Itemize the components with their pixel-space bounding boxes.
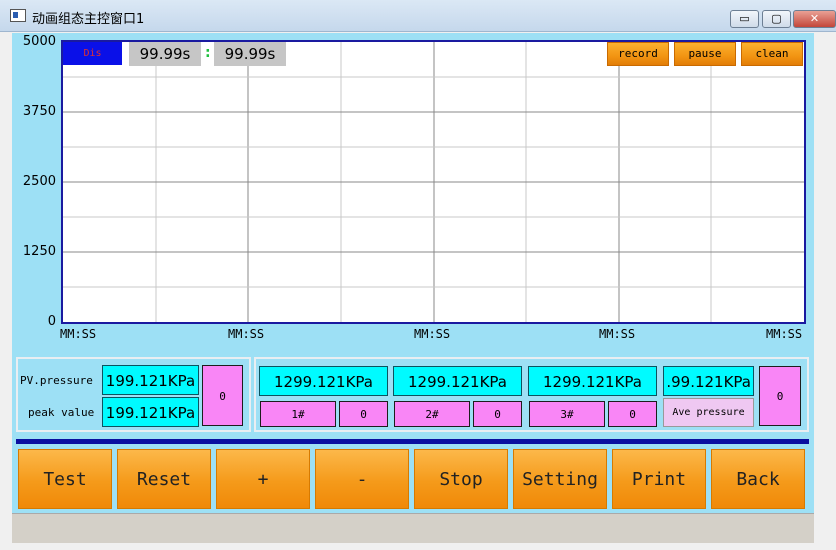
chart-grid xyxy=(63,42,804,322)
pv-pressure-value: 199.121KPa xyxy=(102,365,199,395)
y-tick-label: 1250 xyxy=(22,244,56,259)
y-tick-label: 2500 xyxy=(22,174,56,189)
maximize-button[interactable]: ▢ xyxy=(762,10,791,28)
x-tick-label: MM:SS xyxy=(414,327,451,341)
channel-1-pressure: 1299.121KPa xyxy=(259,366,388,396)
peak-value-display: 199.121KPa xyxy=(102,397,199,427)
average-pressure-label: Ave pressure xyxy=(663,398,754,427)
divider-bar xyxy=(16,439,809,444)
trend-chart xyxy=(61,40,806,324)
back-button[interactable]: Back xyxy=(711,449,805,509)
y-tick-label: 5000 xyxy=(22,34,56,49)
record-button[interactable]: record xyxy=(607,42,669,66)
x-tick-label: MM:SS xyxy=(599,327,636,341)
time-start-display: 99.99s xyxy=(129,42,201,66)
channel-3-label[interactable]: 3# xyxy=(529,401,605,427)
pv-pressure-label: PV.pressure xyxy=(20,374,93,387)
stop-button[interactable]: Stop xyxy=(414,449,508,509)
test-button[interactable]: Test xyxy=(18,449,112,509)
window-title: 动画组态主控窗口1 xyxy=(32,12,145,27)
channel-1-count: 0 xyxy=(339,401,388,427)
pause-button[interactable]: pause xyxy=(674,42,736,66)
y-tick-label: 0 xyxy=(47,314,56,329)
print-button[interactable]: Print xyxy=(612,449,706,509)
clean-button[interactable]: clean xyxy=(741,42,803,66)
channel-2-count: 0 xyxy=(473,401,522,427)
plus-button[interactable]: + xyxy=(216,449,310,509)
average-pressure-value: .99.121KPa xyxy=(663,366,754,396)
channel-2-label[interactable]: 2# xyxy=(394,401,470,427)
app-window-icon xyxy=(10,9,26,22)
pressure-count-box: 0 xyxy=(202,365,243,426)
channel-2-pressure: 1299.121KPa xyxy=(393,366,522,396)
time-end-display: 99.99s xyxy=(214,42,286,66)
reset-button[interactable]: Reset xyxy=(117,449,211,509)
y-tick-label: 3750 xyxy=(22,104,56,119)
peak-value-label: peak value xyxy=(28,406,95,419)
average-count-box: 0 xyxy=(759,366,801,426)
minus-button[interactable]: - xyxy=(315,449,409,509)
channel-3-pressure: 1299.121KPa xyxy=(528,366,657,396)
x-tick-label: MM:SS xyxy=(228,327,265,341)
time-separator: : xyxy=(205,45,211,61)
status-bar xyxy=(12,513,814,543)
x-tick-label: MM:SS xyxy=(766,327,803,341)
setting-button[interactable]: Setting xyxy=(513,449,607,509)
display-mode-label[interactable]: Dis xyxy=(63,42,122,65)
minimize-button[interactable]: ▭ xyxy=(730,10,759,28)
x-tick-label: MM:SS xyxy=(60,327,97,341)
close-button[interactable]: ✕ xyxy=(793,10,836,28)
channel-1-label[interactable]: 1# xyxy=(260,401,336,427)
channel-3-count: 0 xyxy=(608,401,657,427)
